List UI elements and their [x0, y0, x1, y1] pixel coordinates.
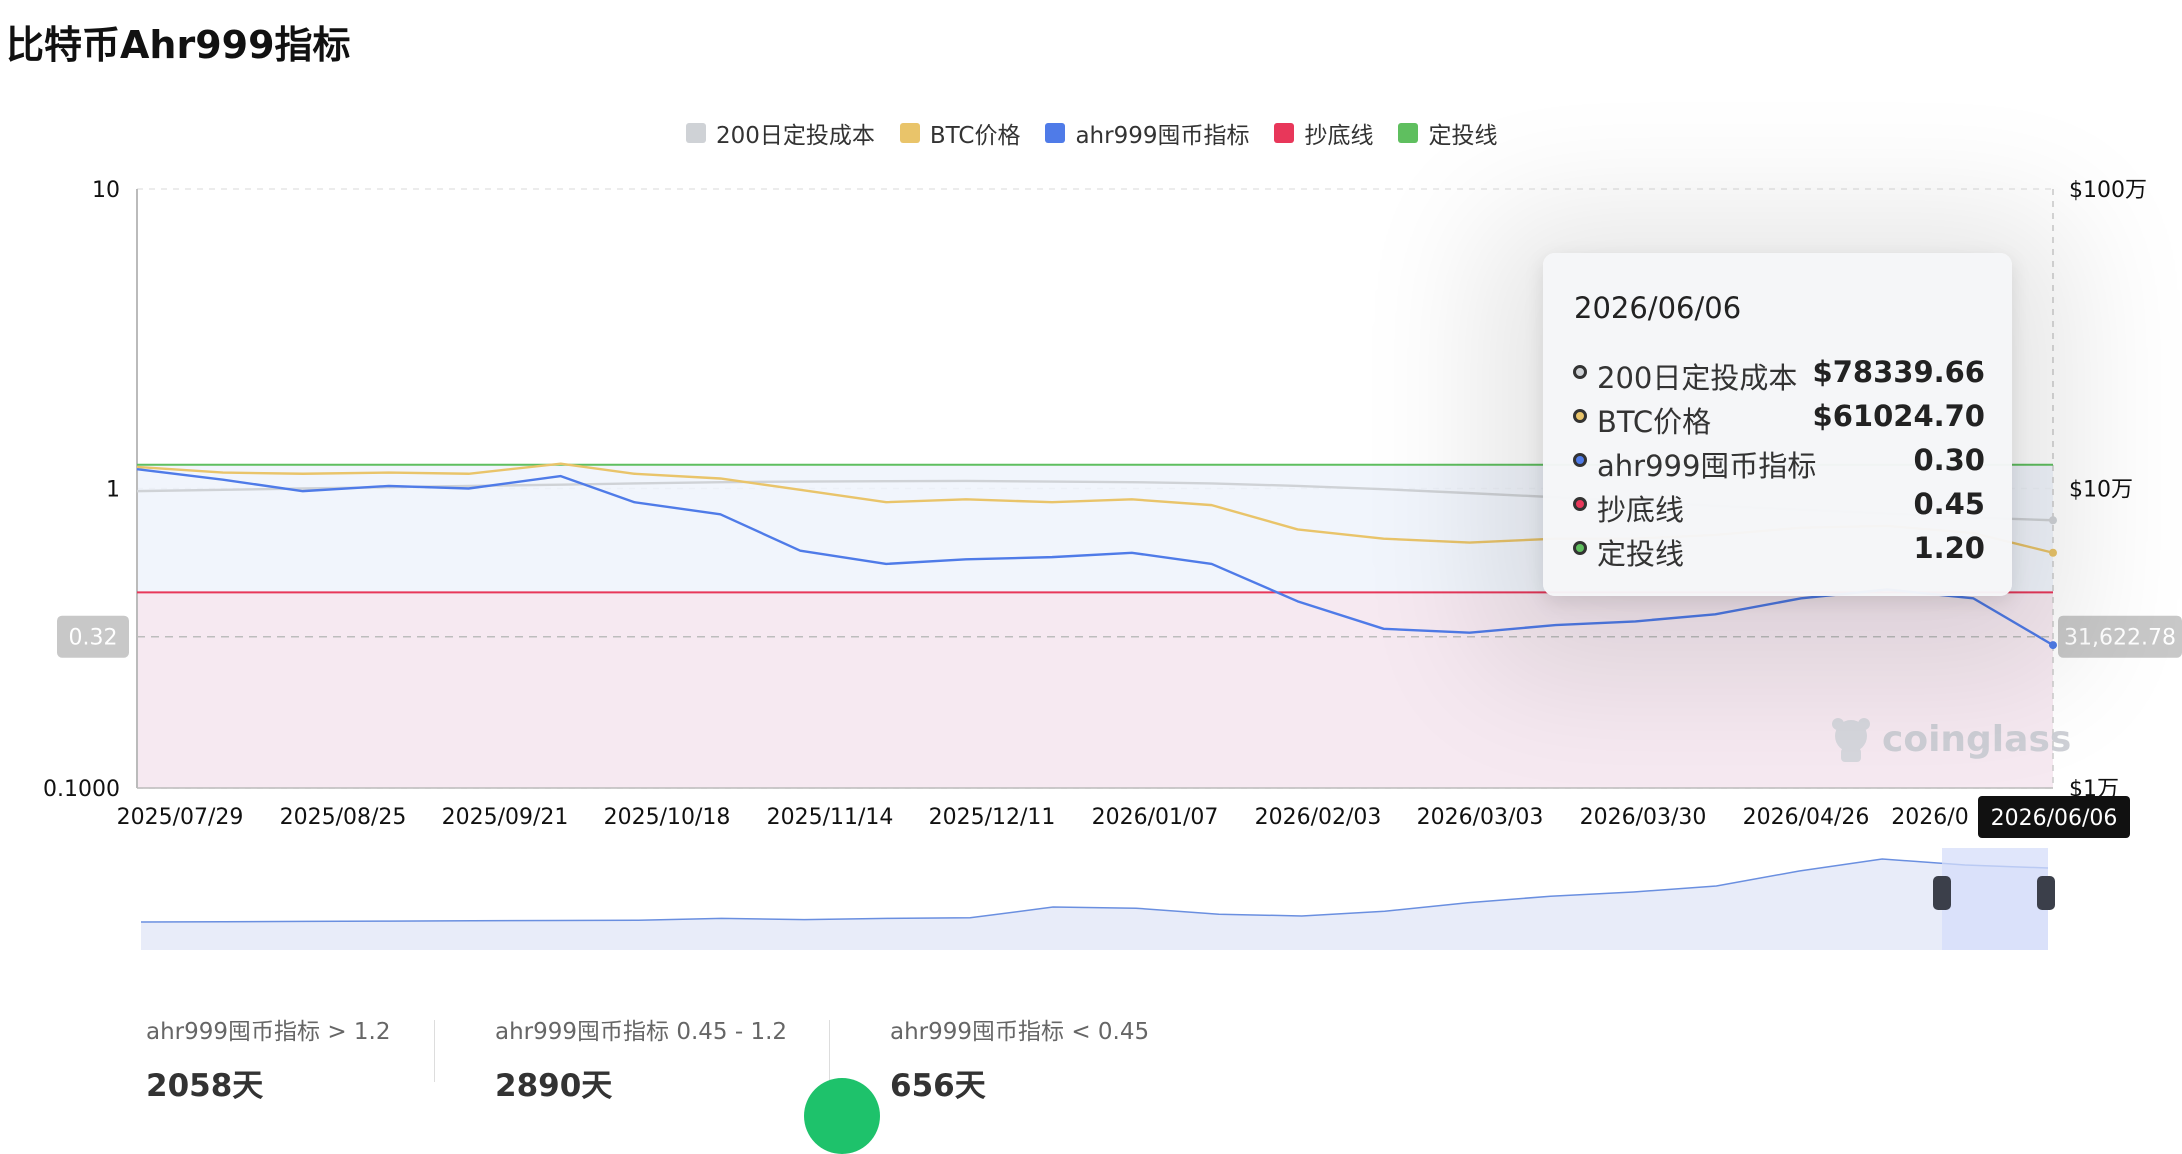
y-right-tick-label: $100万: [2069, 178, 2147, 203]
x-tick-label: 2026/01/07: [1092, 805, 1219, 830]
tooltip-label: 200日定投成本: [1597, 361, 1798, 395]
tooltip-row-dca-line: 定投线 1.20: [1573, 529, 1985, 571]
x-tick-label: 2026/03/03: [1417, 805, 1544, 830]
x-tick-label: 2025/09/21: [442, 805, 569, 830]
series-point: [2049, 641, 2057, 650]
tooltip-value: $78339.66: [1812, 355, 1985, 389]
tooltip-date: 2026/06/06: [1574, 291, 1742, 325]
series-dot-icon: [1573, 497, 1587, 511]
tooltip-row-bottom-line: 抄底线 0.45: [1573, 485, 1985, 527]
stat-label: ahr999囤币指标 0.45 - 1.2: [495, 1019, 788, 1045]
x-tick-label: 2025/11/14: [767, 805, 894, 830]
series-point: [2049, 548, 2057, 557]
tooltip-value: 0.30: [1913, 443, 1985, 477]
y-tick-label: 10: [92, 178, 120, 203]
coinglass-logo-icon: [1832, 718, 1870, 762]
x-tick-label: 2025/12/11: [929, 805, 1056, 830]
tooltip-label: BTC价格: [1597, 405, 1712, 439]
tooltip-label: ahr999囤币指标: [1597, 449, 1817, 483]
series-dot-icon: [1573, 365, 1587, 379]
x-tick-label: 2026/02/03: [1255, 805, 1382, 830]
stat-label: ahr999囤币指标 < 0.45: [890, 1019, 1150, 1045]
stat-below-0-45: ahr999囤币指标 < 0.45 656天: [890, 1012, 1149, 1105]
stat-value: 2058天: [146, 1068, 264, 1104]
stats-divider: [829, 1020, 830, 1082]
x-tick-label: 2026/04/26: [1743, 805, 1870, 830]
tooltip-value: $61024.70: [1812, 399, 1985, 433]
stats-bar: ahr999囤币指标 > 1.2 2058天 ahr999囤币指标 0.45 -…: [0, 1012, 1200, 1110]
crosshair-right-label: 31,622.78: [2064, 626, 2176, 651]
bottom-band: [137, 592, 2053, 788]
y-tick-label: 1: [106, 478, 120, 503]
stat-between: ahr999囤币指标 0.45 - 1.2 2890天: [495, 1012, 787, 1105]
stat-above-1-2: ahr999囤币指标 > 1.2 2058天: [146, 1012, 391, 1105]
stats-divider: [434, 1020, 435, 1082]
navigator-handle: [1933, 876, 1951, 910]
tooltip-row-dca-cost: 200日定投成本 $78339.66: [1573, 353, 1985, 395]
floating-action-button[interactable]: [804, 1078, 880, 1154]
coinglass-watermark: coinglass: [1826, 714, 2071, 764]
series-point: [2049, 516, 2057, 525]
tooltip-label: 抄底线: [1597, 493, 1685, 527]
series-dot-icon: [1573, 453, 1587, 467]
tooltip-label: 定投线: [1597, 537, 1685, 571]
x-tick-label: 2025/08/25: [280, 805, 407, 830]
navigator-handle: [2037, 876, 2055, 910]
x-tick-label: 2026/03/30: [1580, 805, 1707, 830]
chart-tooltip: 2026/06/06 200日定投成本 $78339.66 BTC价格 $610…: [1543, 253, 2012, 596]
y-tick-label: 0.1000: [43, 777, 120, 802]
tooltip-row-ahr999: ahr999囤币指标 0.30: [1573, 441, 1985, 483]
tooltip-value: 0.45: [1913, 487, 1985, 521]
series-dot-icon: [1573, 541, 1587, 555]
navigator-selection: [1942, 848, 2048, 950]
stat-value: 2890天: [495, 1068, 613, 1104]
crosshair-x-label: 2026/06/06: [1991, 806, 2118, 831]
tooltip-row-btc-price: BTC价格 $61024.70: [1573, 397, 1985, 439]
y-right-tick-label: $10万: [2069, 478, 2133, 503]
stat-value: 656天: [890, 1068, 986, 1104]
stat-label: ahr999囤币指标 > 1.2: [146, 1019, 391, 1045]
x-tick-label: 2025/10/18: [604, 805, 731, 830]
x-tick-label: 2025/07/29: [117, 805, 244, 830]
tooltip-value: 1.20: [1913, 531, 1985, 565]
watermark-text: coinglass: [1882, 718, 2072, 760]
crosshair-left-label: 0.32: [69, 626, 118, 651]
x-tick-label: 2026/0: [1891, 805, 1968, 830]
series-dot-icon: [1573, 409, 1587, 423]
